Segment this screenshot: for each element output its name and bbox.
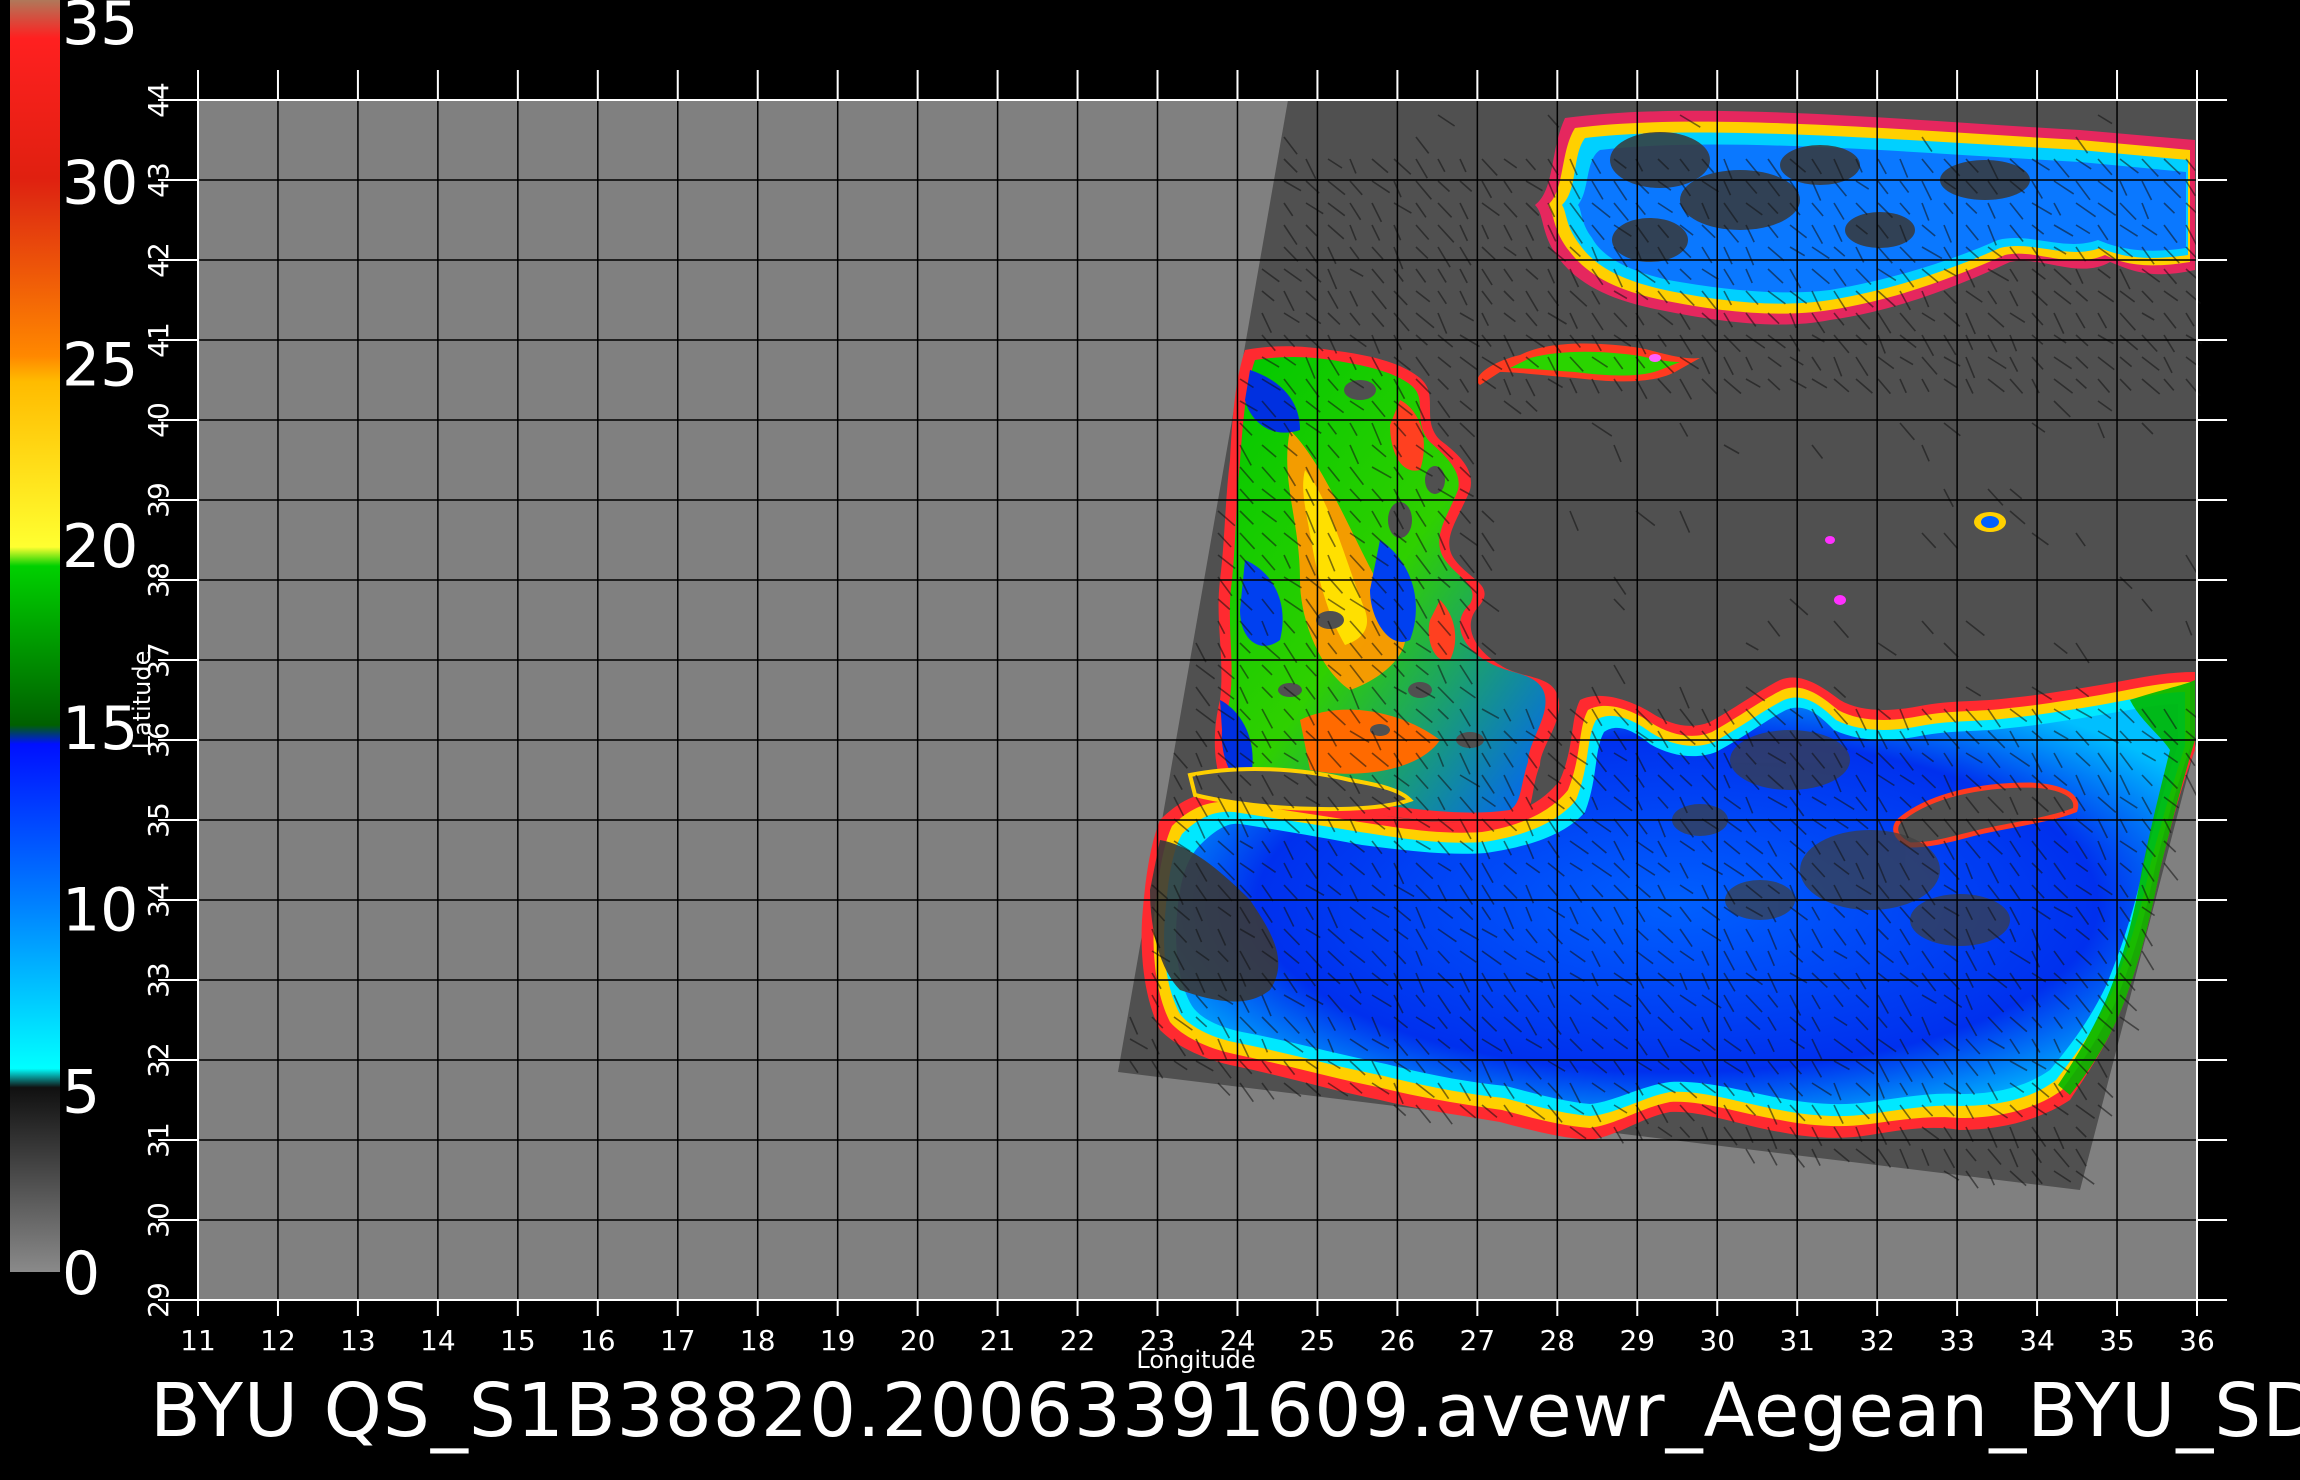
lon-tick-label: 31: [1779, 1324, 1815, 1357]
lat-tick-label: 30: [142, 1202, 175, 1238]
lon-tick-label: 32: [1859, 1324, 1895, 1357]
lon-tick-label: 15: [500, 1324, 536, 1357]
lat-tick-label: 33: [142, 962, 175, 998]
lon-tick-label: 27: [1460, 1324, 1496, 1357]
colorbar-labels: 35 30 25 20 15 10 5 0: [62, 0, 138, 1309]
lat-tick-label: 35: [142, 802, 175, 838]
lon-tick-label: 19: [820, 1324, 856, 1357]
lon-tick-label: 22: [1060, 1324, 1096, 1357]
aegean-wind-map: 11 12 13 14 15 16 17 18 19 20 21 22 23 24 25 26 27 28 29 30…: [10, 0, 2300, 1454]
lon-tick-label: 29: [1619, 1324, 1655, 1357]
lon-tick-label: 36: [2179, 1324, 2215, 1357]
lat-tick-label: 41: [142, 322, 175, 358]
colorbar: [10, 0, 60, 1272]
lat-tick-label: 39: [142, 482, 175, 518]
lon-tick-label: 33: [1939, 1324, 1975, 1357]
colorbar-label: 0: [62, 1239, 100, 1309]
lon-tick-label: 17: [660, 1324, 696, 1357]
lat-tick-label: 42: [142, 242, 175, 278]
colorbar-label: 30: [62, 149, 138, 219]
lon-tick-label: 14: [420, 1324, 456, 1357]
lon-tick-label: 26: [1380, 1324, 1416, 1357]
lat-tick-label: 44: [142, 82, 175, 118]
colorbar-label: 15: [62, 694, 138, 764]
lon-tick-label: 21: [980, 1324, 1016, 1357]
lon-tick-label: 11: [180, 1324, 216, 1357]
colorbar-label: 35: [62, 0, 138, 59]
lon-tick-label: 12: [260, 1324, 296, 1357]
lat-tick-label: 31: [142, 1122, 175, 1158]
lon-tick-label: 25: [1300, 1324, 1336, 1357]
caption-text: BYU QS_S1B38820.20063391609.avewr_Aegean…: [150, 1368, 2300, 1454]
lon-tick-label: 34: [2019, 1324, 2055, 1357]
colorbar-label: 25: [62, 330, 138, 400]
lat-tick-label: 32: [142, 1042, 175, 1078]
colorbar-label: 20: [62, 512, 138, 582]
lat-tick-label: 34: [142, 882, 175, 918]
lon-tick-label: 18: [740, 1324, 776, 1357]
colorbar-label: 10: [62, 876, 138, 946]
lon-tick-label: 30: [1699, 1324, 1735, 1357]
lon-tick-label: 13: [340, 1324, 376, 1357]
lat-tick-label: 40: [142, 402, 175, 438]
lat-tick-label: 43: [142, 162, 175, 198]
lon-tick-label: 35: [2099, 1324, 2135, 1357]
lon-tick-label: 16: [580, 1324, 616, 1357]
lon-tick-label: 20: [900, 1324, 936, 1357]
colorbar-label: 5: [62, 1057, 100, 1127]
lon-tick-label: 28: [1539, 1324, 1575, 1357]
lat-tick-label: 38: [142, 562, 175, 598]
lat-tick-label: 29: [142, 1282, 175, 1318]
